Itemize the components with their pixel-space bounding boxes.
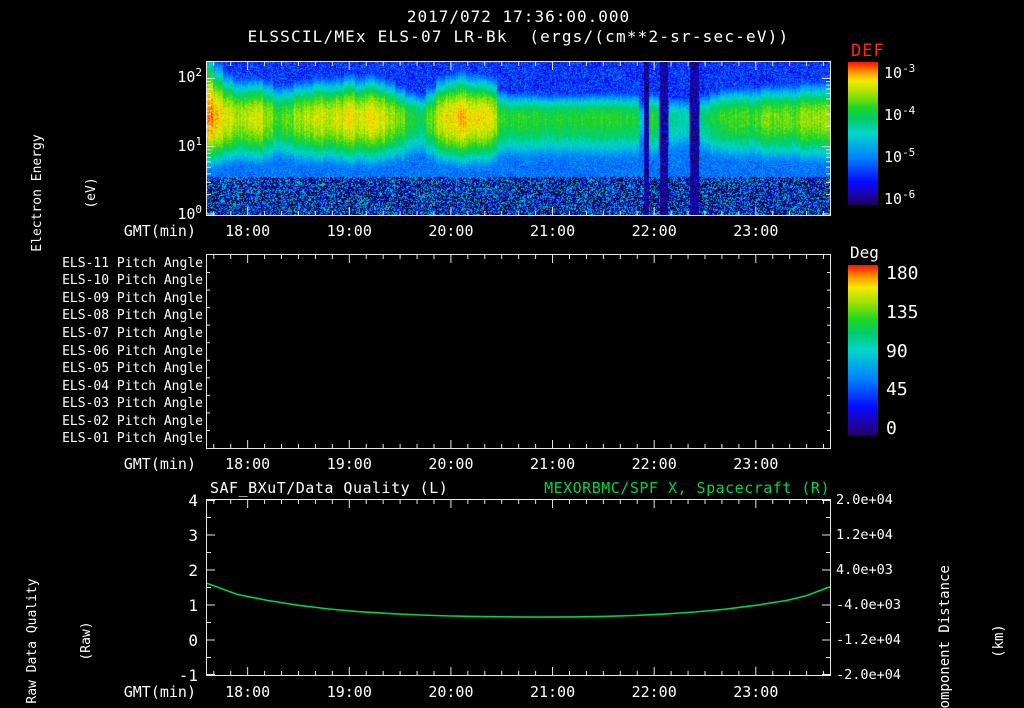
colorbar-tick-label: 45 [886,379,908,401]
pitch-row-label: ELS-10 Pitch Angle [62,273,203,289]
x-tick-label: 19:00 [326,222,372,240]
gmt-axis-label: GMT(min) [123,455,196,473]
y-tick-label: 4 [188,491,198,510]
y-tick-label: 100 [177,203,202,223]
colorbar-tick-label: 10-6 [884,188,916,208]
x-tick-label: 21:00 [529,222,576,240]
electron-energy-spectrogram-panel [206,61,831,216]
y-axis-label-line2: (Raw) [79,621,94,661]
pitch-row-label: ELS-03 Pitch Angle [62,396,203,412]
y-tick-label: 4.0e+03 [836,562,893,578]
y-tick-label: 2 [188,561,198,580]
y-tick-label: 0 [188,631,198,650]
colorbar-tick-label: 10-3 [884,62,916,82]
pitch-row-label: ELS-06 Pitch Angle [62,343,203,359]
x-tick-label: 20:00 [428,222,474,240]
pitch-row-label: ELS-01 Pitch Angle [62,431,203,447]
colorbar-tick-label: 10-5 [884,146,916,166]
x-tick-label: 18:00 [225,683,271,701]
y-axis-label-line1: Raw Data Quality [25,578,40,704]
x-tick-label: 22:00 [631,455,677,473]
spacecraft-x-curve [207,582,830,618]
y-tick-label: -1 [178,666,198,685]
colorbar-tick-label: 0 [886,418,897,439]
x-tick-label: 22:00 [631,683,677,701]
pitch-axes [207,255,830,448]
y-tick-label: 1.2e+04 [836,527,893,543]
pitch-row-label: ELS-11 Pitch Angle [62,255,203,271]
colorbar-tick-label: 180 [886,263,919,284]
gmt-axis-label: GMT(min) [123,222,196,240]
y-axis-label-line1: Electron Energy [30,134,45,252]
colorbar-tick-label: 135 [886,301,919,323]
y-tick-label: 1 [188,596,198,615]
x-tick-label: 23:00 [733,222,779,240]
pitch-row-label: ELS-08 Pitch Angle [62,308,203,324]
def-colorbar [848,62,878,205]
x-tick-label: 21:00 [529,455,576,473]
component-distance-axis-label: Component Distance (km) [900,531,1024,708]
x-tick-label: 20:00 [428,455,474,473]
gmt-axis-label: GMT(min) [123,683,196,701]
page-title: ELSSCIL/MEx ELS-07 LR-Bk (ergs/(cm**2-sr… [247,27,790,46]
quality-axes [207,500,830,675]
x-tick-label: 19:00 [326,683,372,701]
x-tick-label: 18:00 [225,455,271,473]
pitch-row-label: ELS-04 Pitch Angle [62,378,203,394]
x-tick-label: 19:00 [326,455,372,473]
def-colorbar-title: DEF [851,41,885,61]
timestamp: 2017/072 17:36:00.000 [406,7,631,26]
deg-colorbar-title: Deg [850,243,879,262]
raw-data-quality-axis-label: Raw Data Quality (Raw) [0,531,132,708]
y-axis-label-line1: Component Distance [937,565,953,708]
x-tick-label: 22:00 [631,222,677,240]
y-tick-label: 102 [177,66,202,87]
pitch-row-label: ELS-02 Pitch Angle [62,413,203,429]
colorbar-tick-label: 90 [886,340,908,362]
y-tick-label: -4.0e+03 [836,597,902,613]
x-tick-label: 20:00 [428,683,474,701]
y-tick-label: 101 [177,134,202,155]
data-quality-distance-panel [206,499,831,676]
pitch-angle-panel [206,254,831,449]
x-tick-label: 23:00 [733,683,779,701]
pitch-row-label: ELS-09 Pitch Angle [62,290,203,306]
y-axis-label-line2: (km) [991,624,1007,658]
y-tick-label: -1.2e+04 [836,632,902,648]
y-tick-label: 3 [188,526,198,545]
bottom-panel-right-title: MEXORBMC/SPF X, Spacecraft (R) [544,479,830,497]
bottom-panel-left-title: SAF_BXuT/Data Quality (L) [210,479,449,497]
deg-colorbar [848,265,878,435]
science-plot-screen: 2017/072 17:36:00.000 ELSSCIL/MEx ELS-07… [0,0,1024,708]
colorbar-tick-label: 10-4 [884,104,916,124]
x-tick-label: 21:00 [529,683,576,701]
pitch-row-label: ELS-07 Pitch Angle [62,325,203,341]
y-tick-label: -2.0e+04 [836,667,902,683]
spectrogram-axes [207,62,830,215]
x-tick-label: 23:00 [733,455,779,473]
x-tick-label: 18:00 [225,222,271,240]
y-tick-label: 2.0e+04 [836,492,893,508]
pitch-row-label: ELS-05 Pitch Angle [62,361,203,377]
